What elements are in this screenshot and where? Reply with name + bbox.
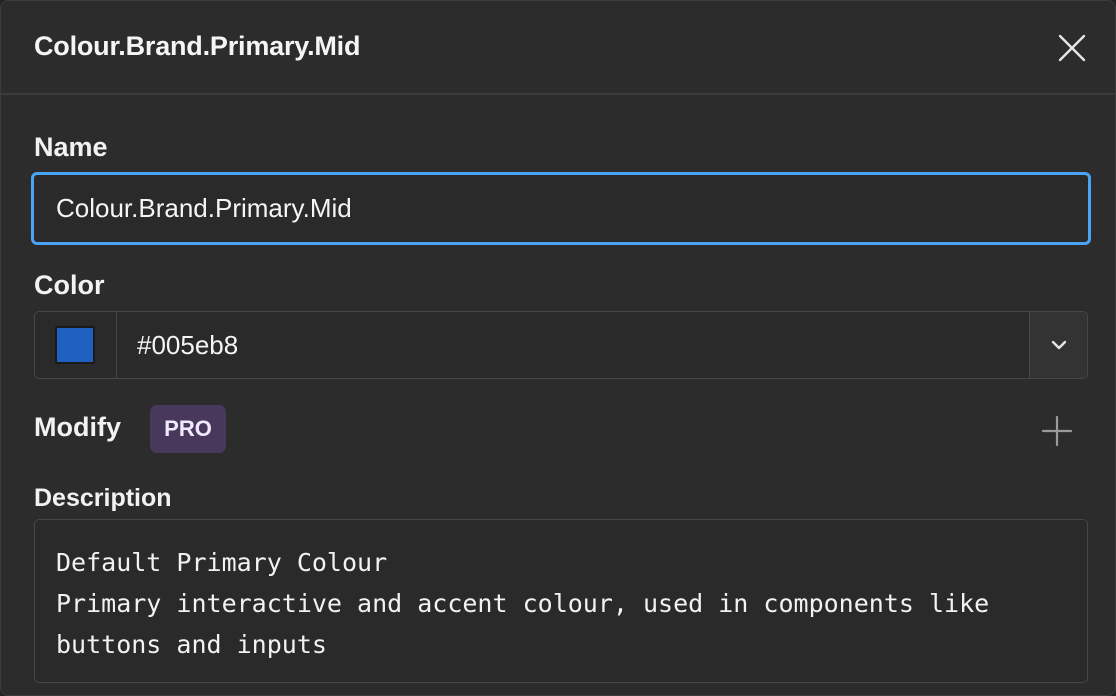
color-swatch [55,326,95,364]
pro-badge: PRO [150,405,226,453]
name-label: Name [34,132,108,162]
color-dropdown-button[interactable] [1029,312,1087,378]
color-picker-row: #005eb8 [34,311,1088,379]
close-button[interactable] [1057,33,1087,63]
plus-icon [1041,415,1073,447]
description-label: Description [34,484,172,512]
modify-label: Modify [34,412,121,442]
panel-title: Colour.Brand.Primary.Mid [34,31,361,61]
description-line: Default Primary Colour [56,548,388,577]
close-icon [1058,34,1086,62]
color-swatch-button[interactable] [35,312,117,378]
name-input[interactable] [31,172,1091,245]
color-label: Color [34,270,105,300]
chevron-down-icon [1051,340,1067,350]
description-line: Primary interactive and accent colour, u… [56,589,990,618]
token-edit-panel: Colour.Brand.Primary.Mid Name Color #005… [0,0,1116,696]
add-modifier-button[interactable] [1041,415,1073,447]
color-hex-input[interactable]: #005eb8 [137,330,238,361]
description-textarea[interactable]: Default Primary Colour Primary interactiv… [34,519,1088,683]
panel-header: Colour.Brand.Primary.Mid [1,1,1115,95]
description-line: buttons and inputs [56,630,327,659]
